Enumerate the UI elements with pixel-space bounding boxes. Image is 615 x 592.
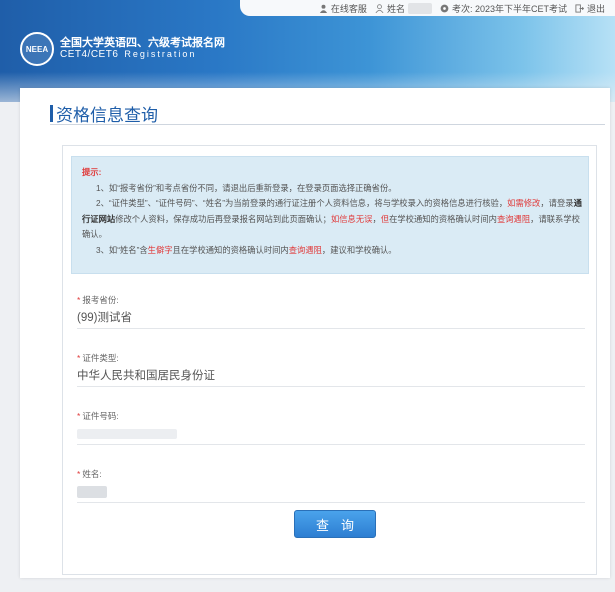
required-mark: * (77, 411, 81, 421)
exam-icon (440, 4, 449, 12)
user-name-label: 姓名 (386, 3, 405, 14)
site-title-registration: Registration (124, 49, 197, 59)
id-number-value (77, 425, 585, 441)
notice-line-3-b: 生僻字 (147, 244, 173, 255)
emblem-text: NEEA (25, 44, 49, 54)
province-label-text: 报考省份: (82, 295, 119, 305)
user-icon (375, 3, 384, 13)
notice-line-3-c: 且在学校通知的资格确认时间内 (172, 244, 289, 255)
page-title-text: 资格信息查询 (56, 106, 158, 125)
id-number-label-text: 证件号码: (82, 411, 119, 421)
field-divider (77, 386, 585, 387)
logout-link[interactable]: 退出 (575, 2, 605, 15)
notice-box: 提示: 1、如“报考省份”和考点省份不同，请退出后重新登录，在登录页面选择正确省… (71, 156, 589, 274)
query-button[interactable]: 查询 (294, 510, 376, 538)
site-title-cn: 全国大学英语四、六级考试报名网 (60, 37, 225, 49)
site-logo[interactable]: NEEA 全国大学英语四、六级考试报名网 CET4/CET6 Registrati… (20, 32, 225, 66)
province-label: * 报考省份: (77, 294, 585, 306)
name-label-text: 姓名: (82, 469, 102, 479)
site-title-block: 全国大学英语四、六级考试报名网 CET4/CET6 Registration (60, 37, 225, 61)
site-header: 在线客服 姓名 考次: 2023年下半年CET考试 退出 NEEA 全国大学英语… (0, 0, 615, 102)
notice-line-2-j: 查询遇阻 (496, 213, 531, 224)
title-divider (50, 124, 605, 125)
online-service-link[interactable]: 在线客服 (319, 2, 367, 15)
site-title-en: CET4/CET6 (60, 49, 119, 60)
logout-label: 退出 (586, 3, 605, 14)
top-user-bar: 在线客服 姓名 考次: 2023年下半年CET考试 退出 (240, 0, 615, 16)
exam-session-label: 考次: 2023年下半年CET考试 (451, 3, 567, 14)
exam-session-display: 考次: 2023年下半年CET考试 (440, 2, 567, 15)
id-type-label-text: 证件类型: (82, 353, 119, 363)
notice-line-1: 1、如“报考省份”和考点省份不同，请退出后重新登录，在登录页面选择正确省份。 (82, 181, 582, 197)
notice-title: 提示: (82, 167, 102, 177)
notice-line-2-i: 在学校通知的资格确认时间内 (389, 213, 497, 224)
id-number-label: * 证件号码: (77, 410, 585, 422)
notice-line-1-text: 1、如“报考省份”和考点省份不同，请退出后重新登录，在登录页面选择正确省份。 (96, 182, 397, 193)
service-icon (319, 4, 328, 13)
query-form: 提示: 1、如“报考省份”和考点省份不同，请退出后重新登录，在登录页面选择正确省… (62, 145, 597, 575)
name-field: * 姓名: (77, 468, 585, 503)
field-divider (77, 328, 585, 329)
province-field: * 报考省份: (99)测试省 (77, 294, 585, 329)
province-value: (99)测试省 (77, 312, 132, 324)
online-service-label: 在线客服 (330, 3, 367, 14)
required-mark: * (77, 469, 81, 479)
user-name-display: 姓名 (375, 2, 432, 15)
name-label: * 姓名: (77, 468, 585, 480)
notice-line-2-a: 2、“证件类型”、“证件号码”、“姓名”为当前登录的通行证注册个人资料信息，将与… (96, 198, 508, 208)
notice-line-2-h: 但 (380, 213, 390, 224)
notice-line-2-e: 修改个人资料，保存成功后再登录报名网站到此页面确认； (115, 213, 331, 224)
notice-line-3-d: 查询遇阻 (288, 244, 322, 255)
notice-line-2-g: ， (372, 213, 381, 224)
name-value (77, 483, 585, 499)
notice-line-2-b: 如需修改 (507, 198, 541, 208)
logout-icon (575, 3, 584, 13)
field-divider (77, 444, 585, 445)
id-number-field: * 证件号码: (77, 410, 585, 445)
notice-line-2-f: 如信息无误 (330, 213, 373, 224)
notice-line-3: 3、如“姓名”含生僻字且在学校通知的资格确认时间内查询遇阻，建议和学校确认。 (82, 243, 582, 259)
id-type-field: * 证件类型: 中华人民共和国居民身份证 (77, 352, 585, 387)
site-title-en-block: CET4/CET6 Registration (60, 49, 225, 60)
id-number-redacted (77, 429, 177, 439)
notice-line-2-c: ，请登录 (540, 198, 574, 208)
id-type-value: 中华人民共和国居民身份证 (77, 370, 215, 382)
neea-emblem-icon: NEEA (20, 32, 54, 66)
name-redacted (77, 486, 107, 498)
user-name-redacted (407, 2, 432, 14)
notice-line-2: 2、“证件类型”、“证件号码”、“姓名”为当前登录的通行证注册个人资料信息，将与… (82, 196, 582, 243)
required-mark: * (77, 295, 81, 305)
page-title: 资格信息查询 (50, 101, 158, 126)
required-mark: * (77, 353, 81, 363)
notice-line-3-a: 3、如“姓名”含 (96, 244, 148, 255)
title-accent-bar (50, 105, 53, 122)
notice-line-3-e: ，建议和学校确认。 (321, 244, 397, 255)
field-divider (77, 502, 585, 503)
id-type-label: * 证件类型: (77, 352, 585, 364)
main-card: 资格信息查询 提示: 1、如“报考省份”和考点省份不同，请退出后重新登录，在登录… (20, 88, 610, 578)
